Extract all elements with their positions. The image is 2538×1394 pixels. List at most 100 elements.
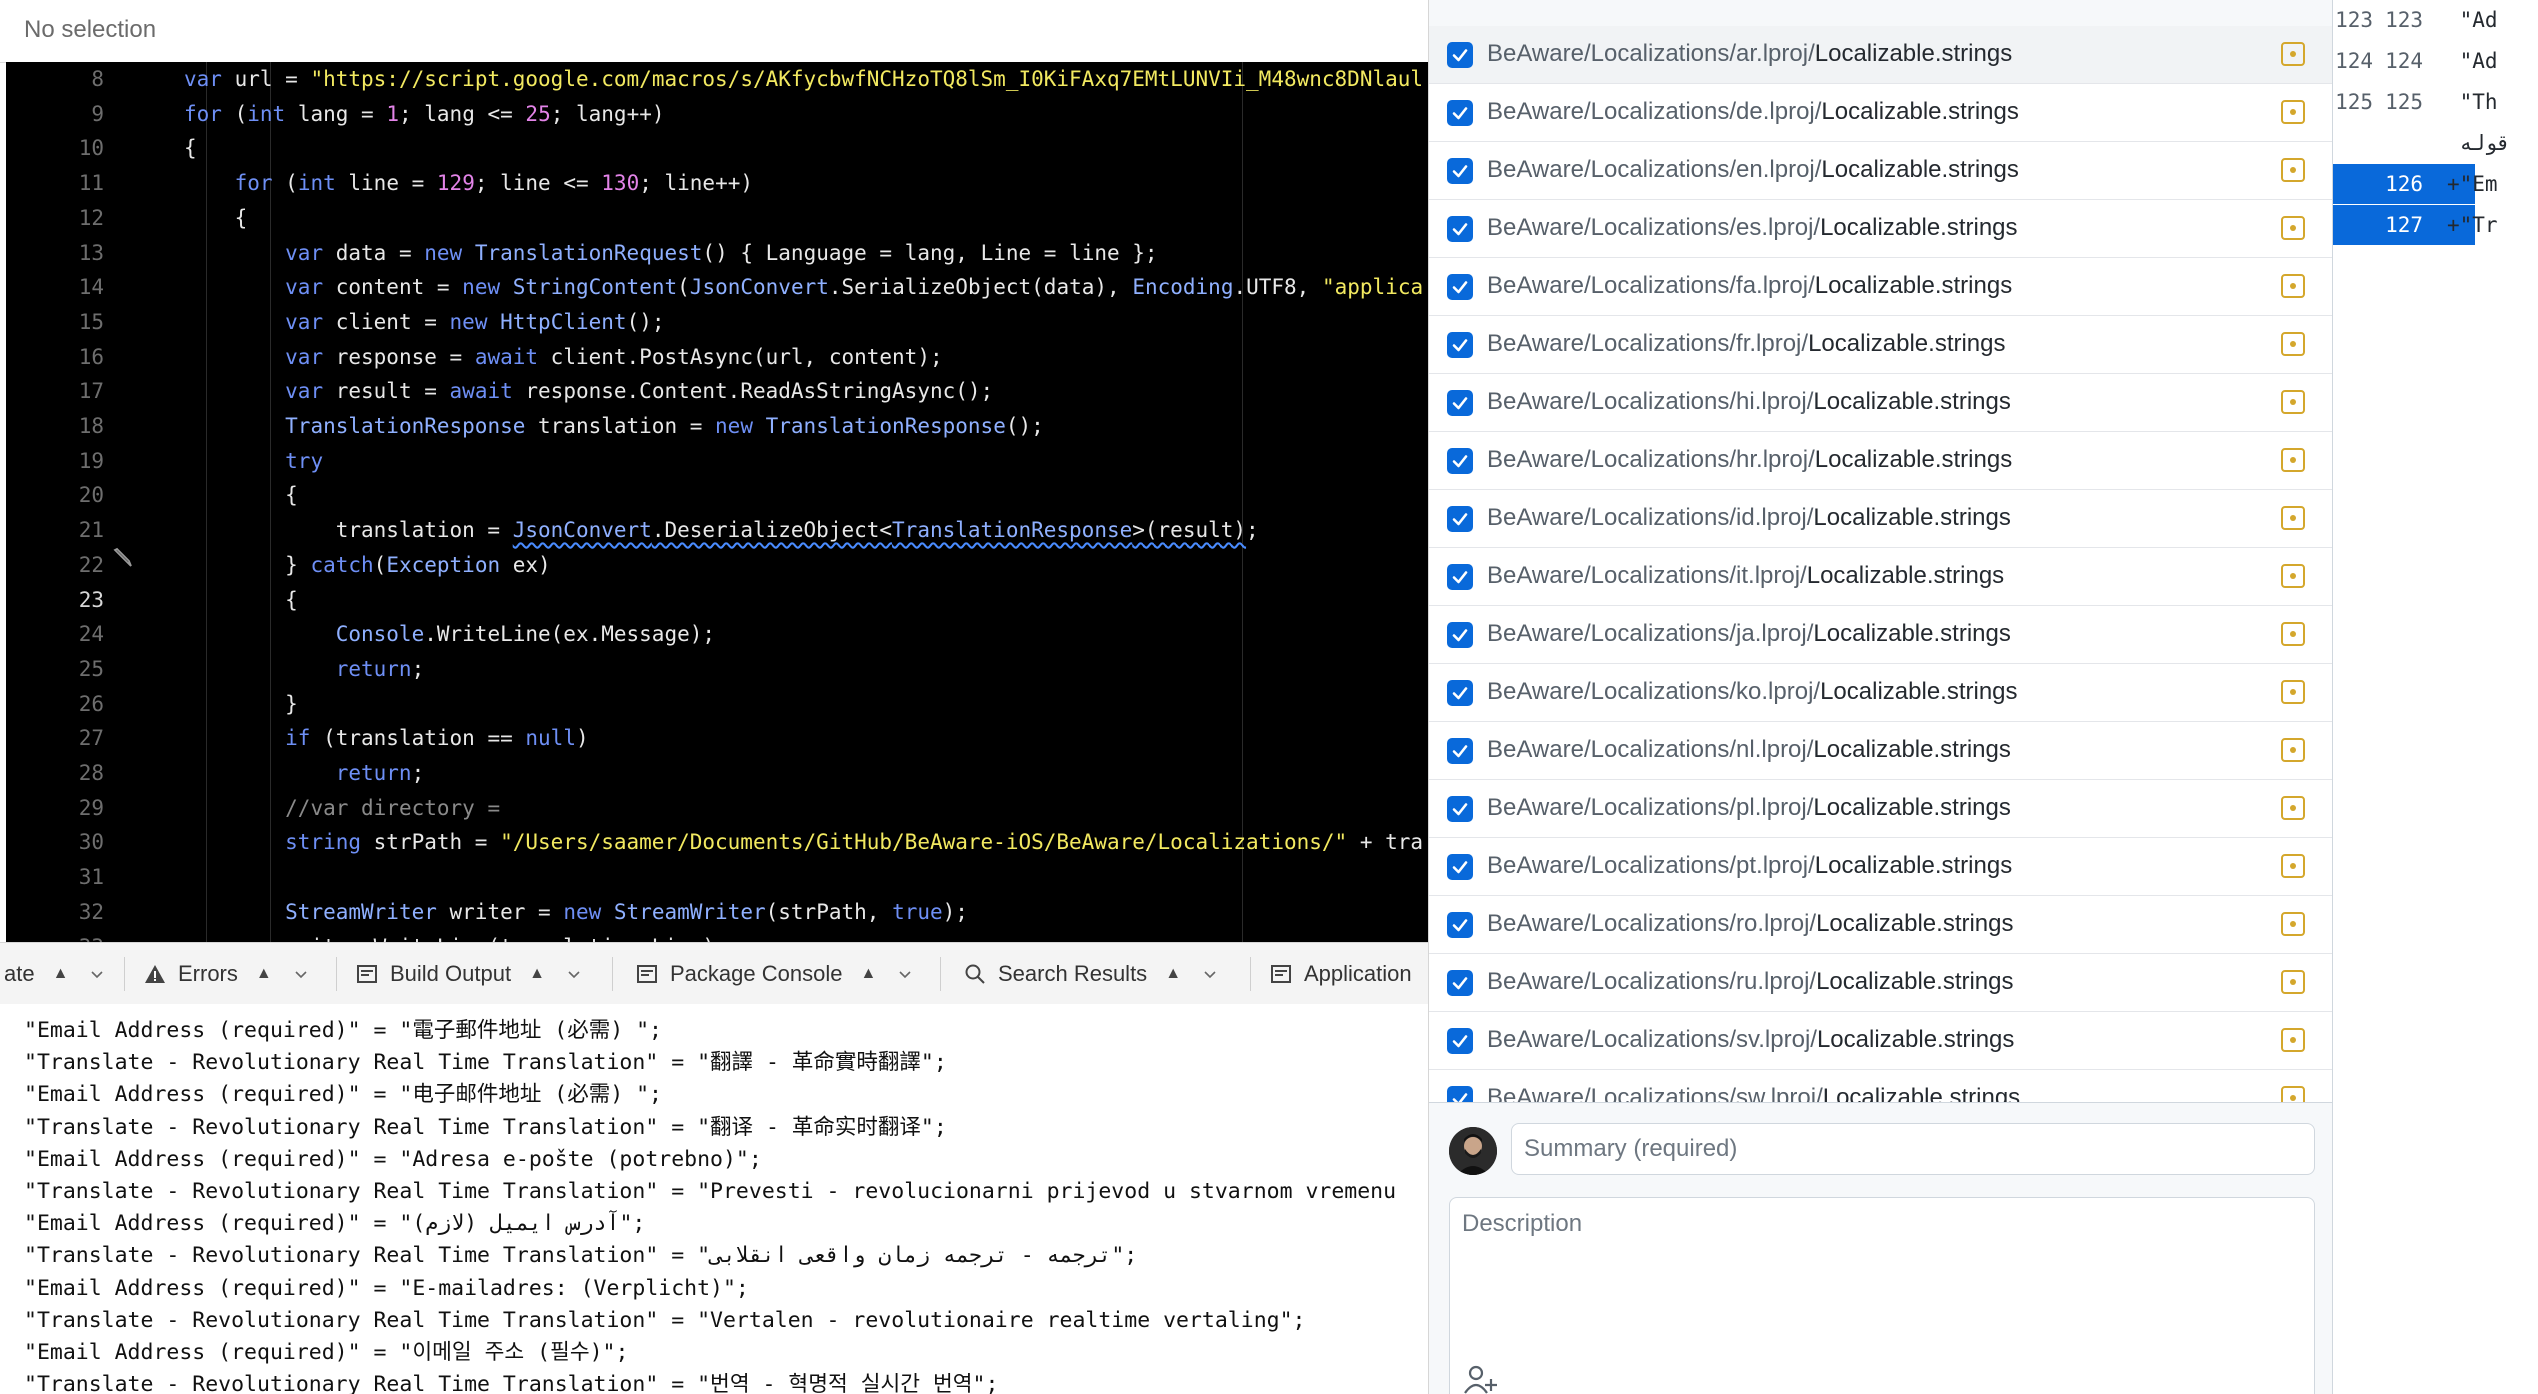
file-name: Localizable.strings	[1822, 1084, 2021, 1102]
include-file-checkbox[interactable]	[1447, 100, 1473, 126]
file-path: BeAware/Localizations/hr.lproj/Localizab…	[1487, 446, 2012, 474]
changed-file-row[interactable]: BeAware/Localizations/it.lproj/Localizab…	[1429, 548, 2333, 606]
file-directory: BeAware/Localizations/de.lproj/	[1487, 98, 1822, 125]
pin-icon[interactable]: ▲	[53, 965, 69, 983]
include-file-checkbox[interactable]	[1447, 1028, 1473, 1054]
changed-file-row[interactable]: BeAware/Localizations/sv.lproj/Localizab…	[1429, 1012, 2333, 1070]
include-file-checkbox[interactable]	[1447, 506, 1473, 532]
tab-divider	[1250, 957, 1251, 991]
include-file-checkbox[interactable]	[1447, 158, 1473, 184]
changed-file-row[interactable]: BeAware/Localizations/nl.lproj/Localizab…	[1429, 722, 2333, 780]
code-line: {	[184, 483, 298, 508]
chevron-down-icon[interactable]	[294, 967, 308, 981]
file-name: Localizable.strings	[1814, 272, 2013, 299]
tab-partial[interactable]: ate ▲	[4, 943, 104, 1005]
include-file-checkbox[interactable]	[1447, 332, 1473, 358]
changed-file-row[interactable]: BeAware/Localizations/ar.lproj/Localizab…	[1429, 26, 2333, 84]
tab-application-output[interactable]: Application	[1270, 943, 1412, 1005]
code-area[interactable]: var url = "https://script.google.com/mac…	[184, 62, 1428, 942]
chevron-down-icon[interactable]	[1203, 967, 1217, 981]
diff-line-context[interactable]: 124 124 "Ad	[2333, 41, 2538, 81]
tab-errors[interactable]: Errors ▲	[144, 943, 308, 1005]
code-line: //var directory =	[285, 795, 501, 820]
changed-file-row[interactable]: BeAware/Localizations/ja.lproj/Localizab…	[1429, 606, 2333, 664]
chevron-down-icon[interactable]	[567, 967, 581, 981]
line-number: 32	[78, 899, 104, 924]
tab-search-results[interactable]: Search Results ▲	[964, 943, 1217, 1005]
pin-icon[interactable]: ▲	[1165, 965, 1181, 983]
tab-label: Search Results	[998, 961, 1148, 986]
checkmark-icon	[1452, 571, 1468, 584]
file-name: Localizable.strings	[1814, 852, 2013, 879]
code-editor[interactable]: 8 9 10 11 12 13 14 15 16 17 18 19 20 21 22 23 24 25 26 27 28…	[6, 62, 1428, 942]
file-name: Localizable.strings	[1821, 98, 2019, 125]
pin-icon[interactable]: ▲	[529, 965, 545, 983]
description-textarea[interactable]	[1449, 1197, 2315, 1394]
avatar-image	[1449, 1127, 1497, 1175]
diff-line-context[interactable]: 125 125 "Th	[2333, 82, 2538, 122]
diff-line-context[interactable]: 123 123 "Ad	[2333, 0, 2538, 40]
code-line: if (translation == null)	[285, 726, 589, 751]
tab-build-output[interactable]: Build Output ▲	[356, 943, 581, 1005]
diff-line-added[interactable]: 127 +"Tr	[2333, 205, 2538, 245]
include-file-checkbox[interactable]	[1447, 912, 1473, 938]
application-output-pane[interactable]: "Email Address (required)" = "電子郵件地址 (必需…	[0, 1004, 1428, 1394]
include-file-checkbox[interactable]	[1447, 216, 1473, 242]
summary-input[interactable]	[1511, 1123, 2315, 1175]
diff-view[interactable]: 123 123 "Ad 124 124 "Ad 125 125 "Th قوله 126 +"…	[2332, 0, 2538, 1394]
include-file-checkbox[interactable]	[1447, 390, 1473, 416]
ide-window: No selection 8 9 10 11 12 13 14 15 16 17 18 19 20 21 2…	[0, 0, 1428, 1394]
chevron-down-icon[interactable]	[90, 967, 104, 981]
diff-line-context[interactable]: قوله	[2333, 123, 2538, 163]
include-file-checkbox[interactable]	[1447, 622, 1473, 648]
changed-file-row[interactable]: BeAware/Localizations/ru.lproj/Localizab…	[1429, 954, 2333, 1012]
output-line: "Email Address (required)" = "電子郵件地址 (必需…	[24, 1018, 662, 1043]
changed-file-row[interactable]: BeAware/Localizations/pl.lproj/Localizab…	[1429, 780, 2333, 838]
changed-file-row[interactable]: BeAware/Localizations/fr.lproj/Localizab…	[1429, 316, 2333, 374]
changed-file-row[interactable]: BeAware/Localizations/es.lproj/Localizab…	[1429, 200, 2333, 258]
changed-file-row[interactable]: BeAware/Localizations/ko.lproj/Localizab…	[1429, 664, 2333, 722]
include-file-checkbox[interactable]	[1447, 448, 1473, 474]
changed-file-row[interactable]: BeAware/Localizations/de.lproj/Localizab…	[1429, 84, 2333, 142]
include-file-checkbox[interactable]	[1447, 680, 1473, 706]
changed-file-row[interactable]: BeAware/Localizations/hi.lproj/Localizab…	[1429, 374, 2333, 432]
modified-file-icon	[2281, 448, 2305, 472]
tab-package-console[interactable]: Package Console ▲	[636, 943, 912, 1005]
changed-file-row[interactable]: BeAware/Localizations/pt.lproj/Localizab…	[1429, 838, 2333, 896]
include-file-checkbox[interactable]	[1447, 42, 1473, 68]
include-file-checkbox[interactable]	[1447, 970, 1473, 996]
changed-file-row[interactable]: BeAware/Localizations/en.lproj/Localizab…	[1429, 142, 2333, 200]
code-line: for (int lang = 1; lang <= 25; lang++)	[184, 101, 665, 126]
file-directory: BeAware/Localizations/ja.lproj/	[1487, 620, 1814, 647]
include-file-checkbox[interactable]	[1447, 796, 1473, 822]
checkmark-icon	[1452, 397, 1468, 410]
file-directory: BeAware/Localizations/fr.lproj/	[1487, 330, 1809, 357]
modified-file-icon	[2281, 158, 2305, 182]
add-co-author-icon[interactable]	[1463, 1363, 1499, 1394]
changed-file-row[interactable]: BeAware/Localizations/hr.lproj/Localizab…	[1429, 432, 2333, 490]
tab-label: Package Console	[670, 961, 843, 986]
pin-icon[interactable]: ▲	[256, 965, 272, 983]
include-file-checkbox[interactable]	[1447, 738, 1473, 764]
code-line: var response = await client.PostAsync(ur…	[285, 344, 943, 369]
line-number: 33	[6, 933, 104, 943]
pin-icon[interactable]: ▲	[860, 965, 876, 983]
include-file-checkbox[interactable]	[1447, 564, 1473, 590]
include-file-checkbox[interactable]	[1447, 274, 1473, 300]
changed-file-row[interactable]: BeAware/Localizations/ro.lproj/Localizab…	[1429, 896, 2333, 954]
diff-line-text: +"Em	[2447, 172, 2498, 196]
chevron-down-icon[interactable]	[898, 967, 912, 981]
edit-pencil-icon	[113, 547, 132, 567]
output-line: "Email Address (required)" = "Adresa e-p…	[24, 1146, 762, 1172]
checkmark-icon	[1452, 977, 1468, 990]
column-guide	[1242, 62, 1243, 942]
code-line: return;	[335, 761, 425, 785]
diff-line-added[interactable]: 126 +"Em	[2333, 164, 2538, 204]
line-number: 16	[78, 344, 104, 369]
file-directory: BeAware/Localizations/pl.lproj/	[1487, 794, 1814, 821]
changed-file-row[interactable]: BeAware/Localizations/fa.lproj/Localizab…	[1429, 258, 2333, 316]
changed-file-row[interactable]: BeAware/Localizations/sw.lproj/Localizab…	[1429, 1070, 2333, 1102]
include-file-checkbox[interactable]	[1447, 1086, 1473, 1102]
include-file-checkbox[interactable]	[1447, 854, 1473, 880]
changed-file-row[interactable]: BeAware/Localizations/id.lproj/Localizab…	[1429, 490, 2333, 548]
